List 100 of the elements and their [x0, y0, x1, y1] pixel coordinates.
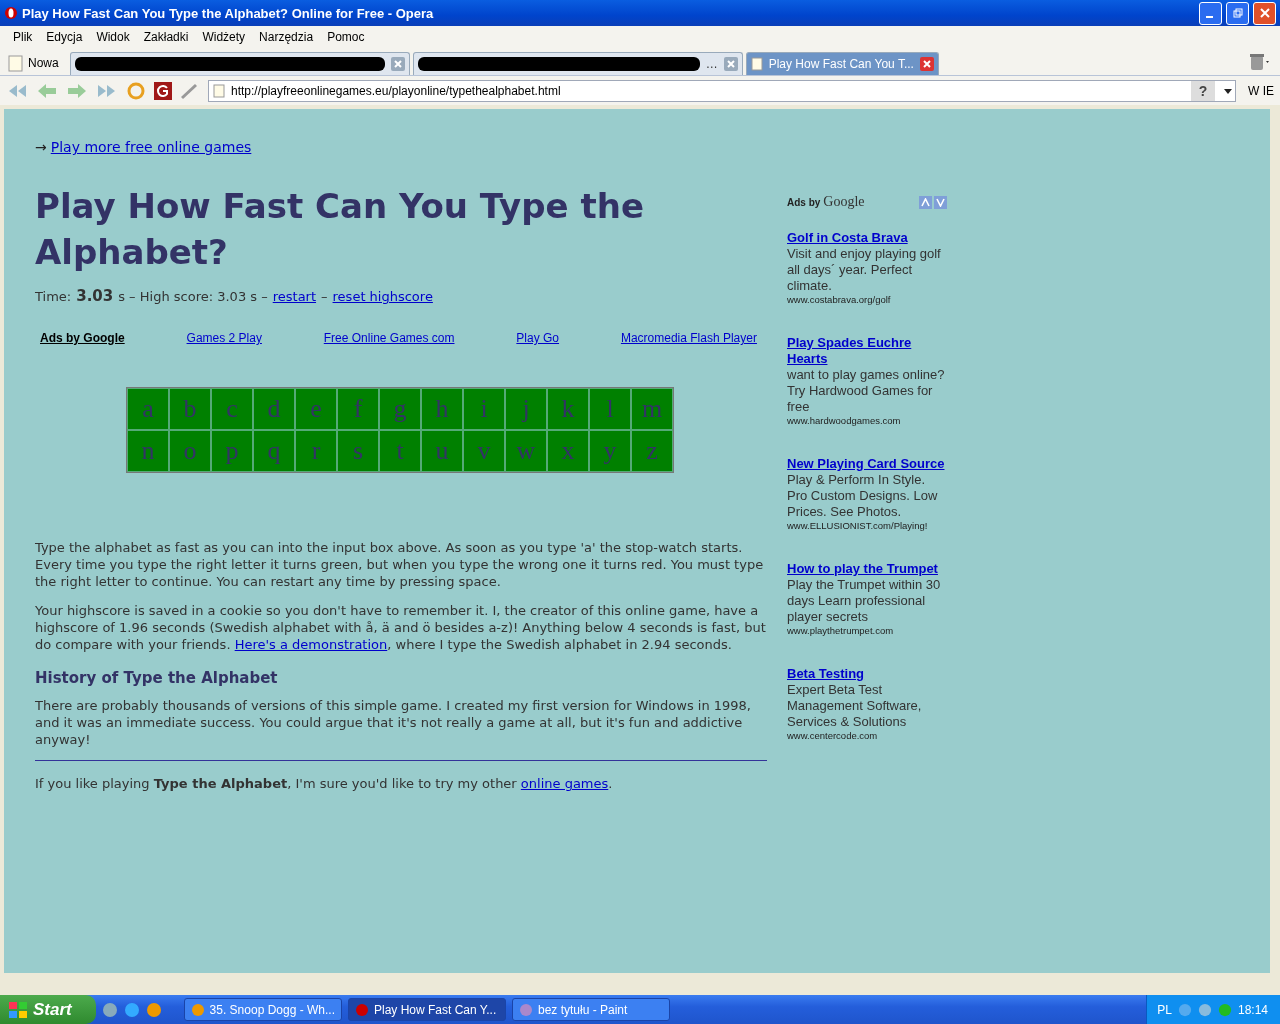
letter-cell: q [253, 430, 295, 472]
close-icon[interactable] [919, 57, 934, 71]
ad-link[interactable]: Games 2 Play [186, 331, 262, 345]
menu-item[interactable]: Pomoc [320, 30, 372, 44]
letter-cell: p [211, 430, 253, 472]
ad-link[interactable]: Macromedia Flash Player [620, 331, 757, 345]
ad-title-link[interactable]: Beta Testing [787, 666, 947, 682]
g-logo-icon[interactable] [154, 81, 172, 100]
address-field[interactable]: http://playfreeonlinegames.eu/playonline/typethealphabet.html ? [208, 79, 1236, 102]
ad-title-link[interactable]: New Playing Card Source [787, 456, 947, 472]
demonstration-link[interactable]: Here's a demonstration [234, 637, 388, 652]
letter-cell: m [631, 388, 673, 430]
menu-item[interactable]: Widok [89, 30, 137, 44]
letter-cell: w [505, 430, 547, 472]
ad-url: www.costabrava.org/golf [787, 294, 892, 305]
ad-title-link[interactable]: Play Spades Euchre Hearts [787, 335, 947, 367]
letter-cell: l [589, 388, 631, 430]
taskbar-button[interactable]: bez tytułu - Paint [512, 998, 670, 1021]
windows-logo-icon [8, 1000, 28, 1019]
restore-button[interactable] [1226, 1, 1249, 25]
browser-tab[interactable]: … [412, 52, 743, 75]
minimize-button[interactable] [1199, 1, 1222, 25]
time-value: 3.03 [76, 287, 114, 305]
letter-cell: b [169, 388, 211, 430]
taskbar-button[interactable]: Play How Fast Can Y... [348, 998, 506, 1021]
letter-cell: j [505, 388, 547, 430]
menu-item[interactable]: Widżety [195, 30, 253, 44]
paragraph: Type the alphabet as fast as you can into the input box above. As soon as you type 'a' the stop-watch starts. Every time you type the right letter it turns green, but when you type the wrong one it turns red. You must type the right letter to continue. You can restart any time by pressing space. [35, 539, 765, 590]
ad-url: www.ELLUSIONIST.com/Playing! [787, 520, 929, 531]
letter-cell: e [295, 388, 337, 430]
letter-cell: v [463, 430, 505, 472]
more-games-link[interactable]: Play more free online games [50, 139, 252, 155]
start-button[interactable]: Start [0, 995, 96, 1024]
letter-cell: k [547, 388, 589, 430]
letter-cell: u [421, 430, 463, 472]
restore-icon [1232, 8, 1243, 18]
page-icon [750, 57, 763, 71]
google-label: Google [823, 194, 865, 210]
section-heading: History of Type the Alphabet [35, 669, 279, 687]
letter-cell: n [127, 430, 169, 472]
ad-text: Play & Perform In Style. Pro Custom Designs. Low Prices. See Photos. [787, 472, 939, 520]
ad-url: www.hardwoodgames.com [787, 415, 902, 426]
letter-cell: f [337, 388, 379, 430]
up-arrow-icon[interactable] [919, 195, 932, 209]
ad-text: Expert Beta Test Management Software, Services & Solutions [787, 682, 923, 730]
trash-icon[interactable] [1248, 52, 1272, 72]
close-icon[interactable] [390, 57, 405, 71]
paragraph: If you like playing Type the Alphabet, I'm sure you'd like to try my other online games. [35, 775, 614, 792]
page-heading: Play How Fast Can You Type the Alphabet? [35, 185, 645, 274]
ad-url: www.centercode.com [787, 730, 879, 741]
ad-text: Play the Trumpet within 30 days Learn professional player secrets [787, 577, 942, 625]
letter-cell: r [295, 430, 337, 472]
clock: 18:14 [1237, 1002, 1268, 1017]
letter-cell: g [379, 388, 421, 430]
minimize-icon [1205, 16, 1213, 18]
new-tab-button[interactable]: Nowa [6, 51, 67, 75]
separator-text: – [321, 289, 328, 304]
time-label: Time: [35, 289, 72, 304]
taskbar-button[interactable]: 35. Snoop Dogg - Wh... [184, 998, 342, 1021]
restart-link[interactable]: restart [272, 289, 317, 304]
letter-cell: y [589, 430, 631, 472]
letter-cell: s [337, 430, 379, 472]
letter-cell: z [631, 430, 673, 472]
letter-cell: d [253, 388, 295, 430]
ad-title-link[interactable]: How to play the Trumpet [787, 561, 947, 577]
ads-title[interactable]: Ads by Google [40, 331, 125, 345]
page-icon [213, 83, 225, 98]
search-engine-label[interactable]: W IE [1244, 83, 1274, 98]
ad-text: want to play games online? Try Hardwood Games for free [787, 367, 946, 415]
menu-item[interactable]: Plik [6, 30, 40, 44]
browser-logo-icon [4, 6, 18, 20]
ads-by-label: Ads by [787, 197, 821, 208]
letter-cell: t [379, 430, 421, 472]
paragraph: Your highscore is saved in a cookie so you don't have to remember it. I, the creator of this online game, have a highscore of 1.96 seconds (Swedish alphabet with å, ä and ö besides a-z)! Anything below 4 seconds is fast, but do compare with your friends. Here's a demonstration, where I type the Swedish alphabet in 2.94 seconds. [35, 602, 767, 653]
language-indicator[interactable]: PL [1157, 1002, 1172, 1017]
letter-cell: i [463, 388, 505, 430]
close-icon[interactable] [723, 57, 738, 71]
arrow-text: → [35, 139, 47, 155]
close-button[interactable] [1253, 1, 1276, 25]
reset-highscore-link[interactable]: reset highscore [332, 289, 433, 304]
back-icon[interactable] [36, 81, 58, 100]
letter-cell: h [421, 388, 463, 430]
ad-link[interactable]: Free Online Games com [323, 331, 455, 345]
paragraph: There are probably thousands of versions of this simple game. I created my first version for Windows in 1998, and it was an immediate success. You could argue that it's not really a game at all, but it's fun and addictive anyway! [35, 697, 752, 748]
ad-link[interactable]: Play Go [516, 331, 560, 345]
forward-icon[interactable] [66, 81, 88, 100]
browser-tab[interactable] [69, 52, 410, 75]
window-title: Play How Fast Can You Type the Alphabet? Online for Free - Opera [22, 5, 435, 21]
reload-icon[interactable] [126, 80, 146, 101]
down-arrow-icon[interactable] [934, 195, 947, 209]
menu-item[interactable]: Edycja [39, 30, 90, 44]
high-score-text: s – High score: 3.03 s – [118, 289, 268, 304]
help-button[interactable]: ? [1191, 80, 1215, 101]
menu-item[interactable]: Narzędzia [252, 30, 321, 44]
letter-cell: o [169, 430, 211, 472]
close-icon [1259, 8, 1270, 18]
ad-title-link[interactable]: Golf in Costa Brava [787, 230, 947, 246]
menu-item[interactable]: Zakładki [136, 30, 196, 44]
letter-cell: x [547, 430, 589, 472]
letter-cell: a [127, 388, 169, 430]
